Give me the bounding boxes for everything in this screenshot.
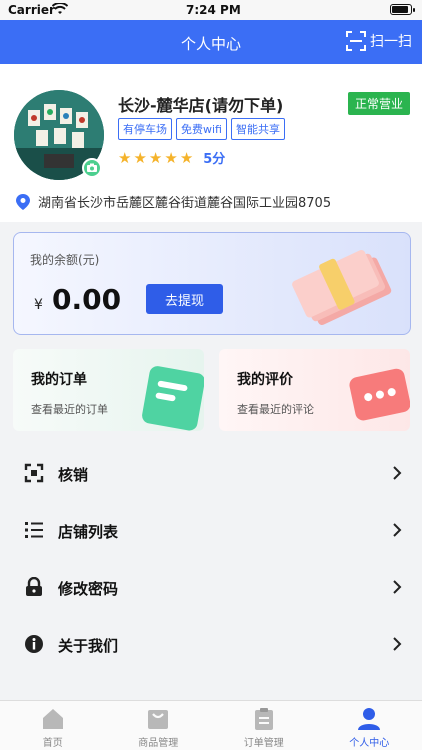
tab-profile-label: 个人中心 [349, 738, 390, 749]
camera-icon[interactable] [82, 158, 102, 178]
menu-item-about[interactable]: 关于我们 [0, 616, 422, 673]
tab-bar: 首页 商品管理 订单管理 个人中心 [0, 700, 422, 750]
status-bar: Carrier 7:24 PM [0, 0, 422, 20]
star-icon: ★ [118, 148, 132, 167]
chevron-right-icon [393, 580, 402, 594]
tag-wifi: 免费wifi [176, 118, 227, 140]
clipboard-icon [254, 708, 273, 730]
scan-icon [346, 31, 366, 51]
menu-label-store-list: 店铺列表 [58, 523, 119, 541]
tab-orders-label: 订单管理 [243, 738, 284, 749]
settings-menu: 核销 店铺列表 修改密码 关于我们 [0, 445, 422, 673]
user-icon [358, 708, 381, 730]
battery-icon [390, 4, 415, 15]
reviews-title: 我的评价 [237, 372, 293, 388]
chevron-right-icon [393, 523, 402, 537]
order-document-icon [142, 366, 204, 431]
location-pin-icon [16, 193, 30, 210]
cash-stack-icon [292, 250, 392, 325]
balance-amount: 0.00 [52, 283, 122, 316]
chevron-right-icon [393, 637, 402, 651]
shop-profile: 长沙-麓华店(请勿下单) 正常营业 有停车场 免费wifi 智能共享 ★ ★ ★… [0, 64, 422, 222]
comment-bubble-icon [349, 368, 410, 421]
tag-smart-share: 智能共享 [230, 118, 285, 140]
orders-title: 我的订单 [31, 372, 87, 388]
star-icon: ★ [148, 148, 163, 167]
tab-home[interactable]: 首页 [0, 701, 106, 750]
tab-orders[interactable]: 订单管理 [211, 701, 317, 750]
tab-products[interactable]: 商品管理 [106, 701, 212, 750]
lock-icon [26, 577, 42, 596]
scan-button[interactable]: 扫一扫 [346, 31, 412, 51]
tab-home-label: 首页 [42, 738, 63, 749]
tab-profile[interactable]: 个人中心 [317, 701, 422, 750]
chevron-right-icon [393, 466, 402, 480]
menu-item-verify[interactable]: 核销 [0, 445, 422, 502]
rating-score: 5分 [203, 152, 226, 167]
info-icon [25, 635, 43, 653]
reviews-subtitle: 查看最近的评论 [237, 403, 314, 416]
clock: 7:24 PM [186, 3, 241, 17]
orders-subtitle: 查看最近的订单 [31, 403, 108, 416]
rating: ★ ★ ★ ★ ★ 5分 [118, 148, 226, 168]
menu-item-change-password[interactable]: 修改密码 [0, 559, 422, 616]
my-orders-card[interactable]: 我的订单 查看最近的订单 [13, 349, 204, 431]
menu-label-verify: 核销 [58, 466, 89, 484]
address-text: 湖南省长沙市岳麓区麓谷街道麓谷国际工业园8705 [38, 196, 332, 211]
menu-item-store-list[interactable]: 店铺列表 [0, 502, 422, 559]
menu-label-change-password: 修改密码 [58, 580, 119, 598]
shop-tags: 有停车场 免费wifi 智能共享 [118, 118, 285, 140]
my-reviews-card[interactable]: 我的评价 查看最近的评论 [219, 349, 410, 431]
status-badge: 正常营业 [347, 92, 410, 115]
balance-card: 我的余额(元) ¥ 0.00 去提现 [13, 232, 411, 335]
currency-symbol: ¥ [34, 297, 43, 313]
star-icon: ★ [179, 148, 194, 167]
scan-label: 扫一扫 [370, 34, 412, 50]
nav-bar: 个人中心 扫一扫 [0, 20, 422, 64]
carrier-label: Carrier [8, 3, 55, 17]
star-icon: ★ [164, 148, 178, 167]
home-icon [42, 709, 63, 729]
tab-products-label: 商品管理 [138, 738, 179, 749]
wifi-icon [52, 3, 68, 14]
list-icon [25, 522, 43, 538]
star-icon: ★ [133, 148, 147, 167]
tag-parking: 有停车场 [118, 118, 172, 140]
shop-name: 长沙-麓华店(请勿下单) [118, 96, 284, 115]
withdraw-button[interactable]: 去提现 [146, 284, 223, 314]
bag-icon [148, 710, 169, 729]
menu-label-about: 关于我们 [58, 637, 119, 655]
balance-label: 我的余额(元) [30, 253, 100, 267]
scan-frame-icon [24, 463, 44, 483]
shop-address: 湖南省长沙市岳麓区麓谷街道麓谷国际工业园8705 [16, 192, 331, 211]
